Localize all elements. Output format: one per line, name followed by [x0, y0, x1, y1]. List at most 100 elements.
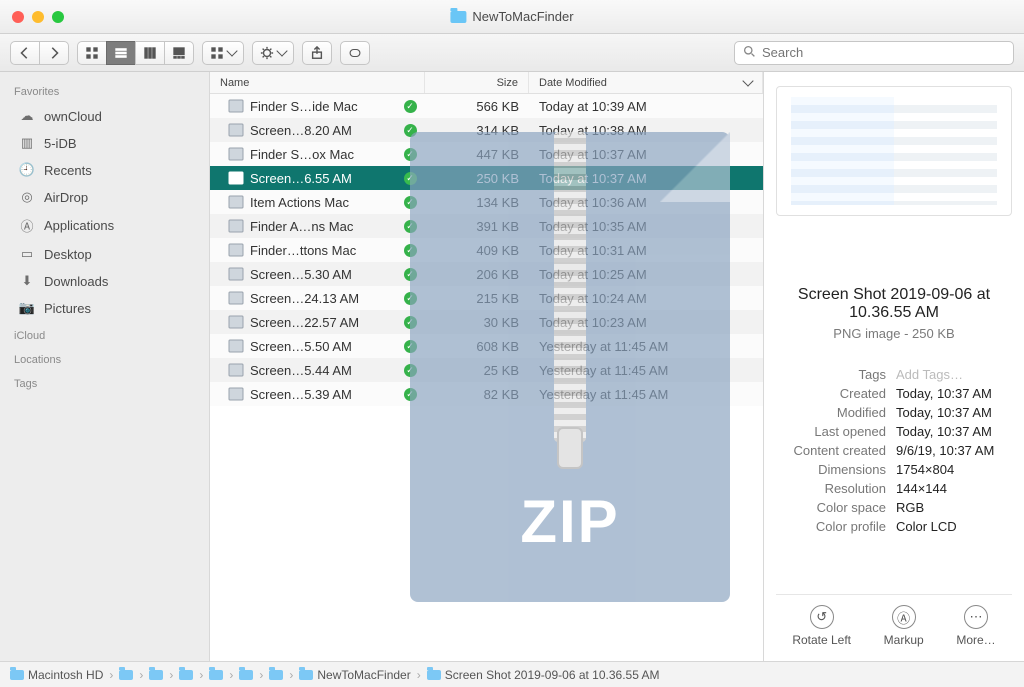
sidebar-item-owncloud[interactable]: ☁︎ownCloud	[4, 103, 205, 129]
file-icon	[210, 123, 250, 137]
path-segment[interactable]: Screen Shot 2019-09-06 at 10.36.55 AM	[427, 668, 660, 682]
file-size: 82 KB	[425, 387, 529, 402]
column-header[interactable]: Name Size Date Modified	[210, 72, 763, 94]
sidebar-item-airdrop[interactable]: ◎AirDrop	[4, 184, 205, 210]
minimize-window-button[interactable]	[32, 11, 44, 23]
sidebar-item-desktop[interactable]: ▭Desktop	[4, 241, 205, 267]
file-size: 215 KB	[425, 291, 529, 306]
path-segment[interactable]: NewToMacFinder	[299, 668, 410, 682]
file-icon	[210, 267, 250, 281]
file-date: Today at 10:36 AM	[529, 195, 763, 210]
file-name: Finder S…ox Mac	[250, 147, 395, 162]
gallery-view-button[interactable]	[164, 41, 194, 65]
file-name: Item Actions Mac	[250, 195, 395, 210]
path-segment[interactable]	[269, 670, 283, 680]
file-date: Today at 10:38 AM	[529, 123, 763, 138]
sync-ok-icon: ✓	[404, 244, 417, 257]
file-name: Screen…5.50 AM	[250, 339, 395, 354]
meta-key: Created	[776, 386, 886, 401]
path-segment[interactable]	[209, 670, 223, 680]
search-field[interactable]	[734, 41, 1014, 65]
sidebar-item-applications[interactable]: ⒶApplications	[4, 211, 205, 240]
file-name: Screen…5.39 AM	[250, 387, 395, 402]
column-view-button[interactable]	[135, 41, 164, 65]
icon-view-button[interactable]	[77, 41, 106, 65]
markup-button[interactable]: Ⓐ Markup	[884, 605, 924, 647]
view-mode-buttons	[77, 41, 194, 65]
nav-buttons	[10, 41, 69, 65]
file-size: 409 KB	[425, 243, 529, 258]
cloud-icon: ☁︎	[18, 108, 36, 124]
file-size: 206 KB	[425, 267, 529, 282]
rotate-left-button[interactable]: ↺ Rotate Left	[792, 605, 851, 647]
meta-key: Dimensions	[776, 462, 886, 477]
action-button[interactable]	[252, 41, 294, 65]
back-button[interactable]	[10, 41, 39, 65]
folder-icon	[427, 670, 441, 680]
column-date[interactable]: Date Modified	[529, 72, 763, 93]
file-date: Today at 10:35 AM	[529, 219, 763, 234]
meta-value: Today, 10:37 AM	[896, 386, 1012, 401]
markup-icon: Ⓐ	[892, 605, 916, 629]
sidebar: Favorites☁︎ownCloud▥5-iDB🕘Recents◎AirDro…	[0, 72, 210, 661]
rotate-icon: ↺	[810, 605, 834, 629]
file-row[interactable]: Item Actions Mac✓134 KBToday at 10:36 AM	[210, 190, 763, 214]
file-size: 566 KB	[425, 99, 529, 114]
meta-value: 9/6/19, 10:37 AM	[896, 443, 1012, 458]
file-row[interactable]: Screen…5.44 AM✓25 KBYesterday at 11:45 A…	[210, 358, 763, 382]
sidebar-item-recents[interactable]: 🕘Recents	[4, 157, 205, 183]
camera-icon: 📷	[18, 300, 36, 316]
column-size[interactable]: Size	[425, 72, 529, 93]
file-row[interactable]: Finder S…ide Mac✓566 KBToday at 10:39 AM	[210, 94, 763, 118]
file-icon	[210, 171, 250, 185]
apps-icon: Ⓐ	[18, 216, 36, 235]
path-segment[interactable]: Macintosh HD	[10, 668, 103, 682]
titlebar: NewToMacFinder	[0, 0, 1024, 34]
file-size: 30 KB	[425, 315, 529, 330]
sync-ok-icon: ✓	[404, 220, 417, 233]
meta-value: RGB	[896, 500, 1012, 515]
arrange-button[interactable]	[202, 41, 244, 65]
path-segment[interactable]	[179, 670, 193, 680]
file-row[interactable]: Finder…ttons Mac✓409 KBToday at 10:31 AM	[210, 238, 763, 262]
sidebar-section-locations: Locations	[0, 346, 209, 370]
file-row[interactable]: Finder S…ox Mac✓447 KBToday at 10:37 AM	[210, 142, 763, 166]
search-input[interactable]	[762, 45, 1005, 60]
sync-ok-icon: ✓	[404, 148, 417, 161]
file-row[interactable]: Screen…5.50 AM✓608 KBYesterday at 11:45 …	[210, 334, 763, 358]
file-name: Finder…ttons Mac	[250, 243, 395, 258]
file-icon	[210, 339, 250, 353]
path-bar[interactable]: Macintosh HD›››››››NewToMacFinder›Screen…	[0, 661, 1024, 687]
add-tags-field[interactable]: Add Tags…	[896, 367, 1012, 382]
sync-ok-icon: ✓	[404, 124, 417, 137]
folder-icon	[179, 670, 193, 680]
zoom-window-button[interactable]	[52, 11, 64, 23]
file-row[interactable]: Screen…6.55 AM✓250 KBToday at 10:37 AM	[210, 166, 763, 190]
list-view-button[interactable]	[106, 41, 135, 65]
forward-button[interactable]	[39, 41, 69, 65]
path-segment[interactable]	[119, 670, 133, 680]
file-row[interactable]: Screen…22.57 AM✓30 KBToday at 10:23 AM	[210, 310, 763, 334]
file-date: Yesterday at 11:45 AM	[529, 363, 763, 378]
file-row[interactable]: Screen…8.20 AM✓314 KBToday at 10:38 AM	[210, 118, 763, 142]
column-name[interactable]: Name	[210, 72, 425, 93]
file-name: Screen…22.57 AM	[250, 315, 395, 330]
sidebar-item-5-idb[interactable]: ▥5-iDB	[4, 130, 205, 156]
search-icon	[743, 45, 756, 61]
meta-key: Resolution	[776, 481, 886, 496]
sync-ok-icon: ✓	[404, 292, 417, 305]
file-row[interactable]: Screen…24.13 AM✓215 KBToday at 10:24 AM	[210, 286, 763, 310]
path-segment[interactable]	[239, 670, 253, 680]
file-row[interactable]: Screen…5.30 AM✓206 KBToday at 10:25 AM	[210, 262, 763, 286]
path-segment[interactable]	[149, 670, 163, 680]
close-window-button[interactable]	[12, 11, 24, 23]
tags-button[interactable]	[340, 41, 370, 65]
share-button[interactable]	[302, 41, 332, 65]
meta-key: Color space	[776, 500, 886, 515]
meta-key: Last opened	[776, 424, 886, 439]
file-row[interactable]: Screen…5.39 AM✓82 KBYesterday at 11:45 A…	[210, 382, 763, 406]
sidebar-item-downloads[interactable]: ⬇︎Downloads	[4, 268, 205, 294]
sidebar-item-pictures[interactable]: 📷Pictures	[4, 295, 205, 321]
more-button[interactable]: ⋯ More…	[956, 605, 995, 647]
file-row[interactable]: Finder A…ns Mac✓391 KBToday at 10:35 AM	[210, 214, 763, 238]
